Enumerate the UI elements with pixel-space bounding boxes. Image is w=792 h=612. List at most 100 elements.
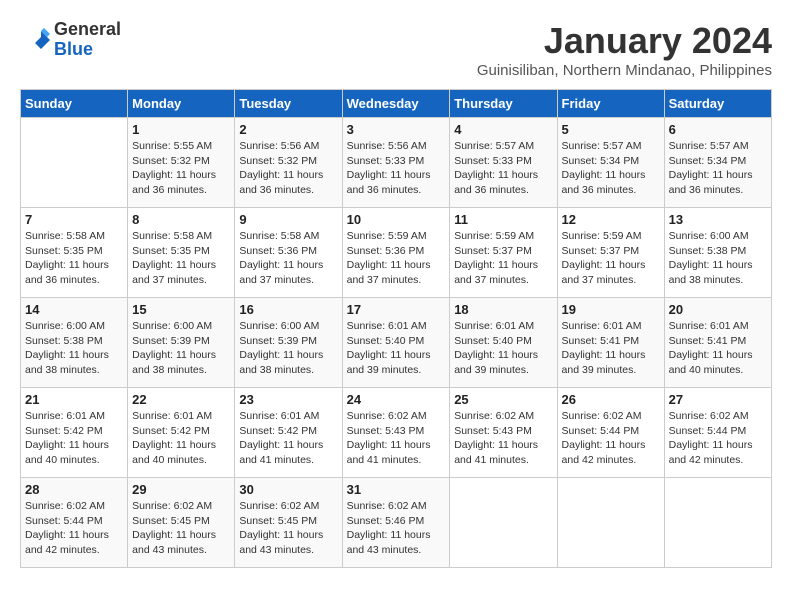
calendar-cell [664, 478, 771, 568]
day-number: 28 [25, 482, 123, 497]
day-number: 29 [132, 482, 230, 497]
calendar-cell: 1 Sunrise: 5:55 AMSunset: 5:32 PMDaylight… [128, 118, 235, 208]
calendar-cell: 25 Sunrise: 6:02 AMSunset: 5:43 PMDayligh… [450, 388, 557, 478]
day-number: 4 [454, 122, 552, 137]
calendar-cell: 16Sunrise: 6:00 AMSunset: 5:39 PMDayligh… [235, 298, 342, 388]
day-number: 7 [25, 212, 123, 227]
calendar-cell: 7 Sunrise: 5:58 AMSunset: 5:35 PMDaylight… [21, 208, 128, 298]
calendar-cell [450, 478, 557, 568]
day-info: Sunrise: 5:56 AMSunset: 5:33 PMDaylight:… [347, 139, 446, 198]
day-info: Sunrise: 6:02 AMSunset: 5:44 PMDaylight:… [562, 409, 660, 468]
day-header-tuesday: Tuesday [235, 90, 342, 118]
day-info: Sunrise: 6:01 AMSunset: 5:42 PMDaylight:… [132, 409, 230, 468]
week-row-4: 21 Sunrise: 6:01 AMSunset: 5:42 PMDayligh… [21, 388, 772, 478]
calendar-cell: 15 Sunrise: 6:00 AMSunset: 5:39 PMDayligh… [128, 298, 235, 388]
page-header: General Blue January 2024 Guinisiliban, … [20, 20, 772, 79]
logo-icon [20, 25, 50, 55]
day-info: Sunrise: 6:02 AMSunset: 5:45 PMDaylight:… [239, 499, 337, 558]
day-number: 31 [347, 482, 446, 497]
day-info: Sunrise: 6:01 AMSunset: 5:40 PMDaylight:… [347, 319, 446, 378]
logo-blue-text: Blue [54, 39, 93, 59]
day-info: Sunrise: 5:58 AMSunset: 5:35 PMDaylight:… [132, 229, 230, 288]
day-header-monday: Monday [128, 90, 235, 118]
calendar-cell: 8 Sunrise: 5:58 AMSunset: 5:35 PMDaylight… [128, 208, 235, 298]
calendar-cell: 12 Sunrise: 5:59 AMSunset: 5:37 PMDayligh… [557, 208, 664, 298]
day-number: 2 [239, 122, 337, 137]
calendar-cell: 9 Sunrise: 5:58 AMSunset: 5:36 PMDaylight… [235, 208, 342, 298]
day-number: 15 [132, 302, 230, 317]
calendar-cell: 14Sunrise: 6:00 AMSunset: 5:38 PMDayligh… [21, 298, 128, 388]
calendar-cell: 17 Sunrise: 6:01 AMSunset: 5:40 PMDayligh… [342, 298, 450, 388]
calendar-cell [557, 478, 664, 568]
calendar-cell: 23Sunrise: 6:01 AMSunset: 5:42 PMDayligh… [235, 388, 342, 478]
day-number: 27 [669, 392, 767, 407]
day-info: Sunrise: 6:02 AMSunset: 5:43 PMDaylight:… [454, 409, 552, 468]
calendar-cell: 3 Sunrise: 5:56 AMSunset: 5:33 PMDaylight… [342, 118, 450, 208]
day-number: 20 [669, 302, 767, 317]
calendar-cell: 6 Sunrise: 5:57 AMSunset: 5:34 PMDaylight… [664, 118, 771, 208]
day-number: 5 [562, 122, 660, 137]
month-title: January 2024 [477, 20, 772, 62]
day-info: Sunrise: 5:59 AMSunset: 5:36 PMDaylight:… [347, 229, 446, 288]
day-header-sunday: Sunday [21, 90, 128, 118]
day-number: 12 [562, 212, 660, 227]
calendar-cell: 20Sunrise: 6:01 AMSunset: 5:41 PMDayligh… [664, 298, 771, 388]
day-number: 9 [239, 212, 337, 227]
calendar-cell: 22 Sunrise: 6:01 AMSunset: 5:42 PMDayligh… [128, 388, 235, 478]
day-header-row: SundayMondayTuesdayWednesdayThursdayFrid… [21, 90, 772, 118]
day-number: 30 [239, 482, 337, 497]
day-number: 24 [347, 392, 446, 407]
calendar-cell [21, 118, 128, 208]
day-info: Sunrise: 5:58 AMSunset: 5:35 PMDaylight:… [25, 229, 123, 288]
day-info: Sunrise: 5:57 AMSunset: 5:34 PMDaylight:… [669, 139, 767, 198]
day-info: Sunrise: 6:01 AMSunset: 5:40 PMDaylight:… [454, 319, 552, 378]
calendar-cell: 30 Sunrise: 6:02 AMSunset: 5:45 PMDayligh… [235, 478, 342, 568]
calendar-cell: 19 Sunrise: 6:01 AMSunset: 5:41 PMDayligh… [557, 298, 664, 388]
calendar-cell: 27 Sunrise: 6:02 AMSunset: 5:44 PMDayligh… [664, 388, 771, 478]
day-header-thursday: Thursday [450, 90, 557, 118]
day-number: 19 [562, 302, 660, 317]
week-row-3: 14Sunrise: 6:00 AMSunset: 5:38 PMDayligh… [21, 298, 772, 388]
calendar-cell: 31 Sunrise: 6:02 AMSunset: 5:46 PMDayligh… [342, 478, 450, 568]
day-info: Sunrise: 6:02 AMSunset: 5:43 PMDaylight:… [347, 409, 446, 468]
day-number: 3 [347, 122, 446, 137]
day-info: Sunrise: 5:55 AMSunset: 5:32 PMDaylight:… [132, 139, 230, 198]
day-info: Sunrise: 6:02 AMSunset: 5:46 PMDaylight:… [347, 499, 446, 558]
day-number: 16 [239, 302, 337, 317]
calendar-table: SundayMondayTuesdayWednesdayThursdayFrid… [20, 89, 772, 568]
day-number: 8 [132, 212, 230, 227]
title-block: January 2024 Guinisiliban, Northern Mind… [477, 20, 772, 79]
day-info: Sunrise: 5:57 AMSunset: 5:34 PMDaylight:… [562, 139, 660, 198]
day-number: 1 [132, 122, 230, 137]
day-number: 21 [25, 392, 123, 407]
day-info: Sunrise: 6:00 AMSunset: 5:39 PMDaylight:… [132, 319, 230, 378]
day-info: Sunrise: 6:01 AMSunset: 5:41 PMDaylight:… [562, 319, 660, 378]
day-number: 10 [347, 212, 446, 227]
day-info: Sunrise: 5:57 AMSunset: 5:33 PMDaylight:… [454, 139, 552, 198]
day-info: Sunrise: 6:02 AMSunset: 5:44 PMDaylight:… [25, 499, 123, 558]
location: Guinisiliban, Northern Mindanao, Philipp… [477, 62, 772, 79]
day-info: Sunrise: 6:02 AMSunset: 5:44 PMDaylight:… [669, 409, 767, 468]
day-number: 22 [132, 392, 230, 407]
day-info: Sunrise: 5:58 AMSunset: 5:36 PMDaylight:… [239, 229, 337, 288]
day-number: 17 [347, 302, 446, 317]
day-number: 6 [669, 122, 767, 137]
calendar-cell: 21Sunrise: 6:01 AMSunset: 5:42 PMDayligh… [21, 388, 128, 478]
calendar-cell: 24 Sunrise: 6:02 AMSunset: 5:43 PMDayligh… [342, 388, 450, 478]
day-header-wednesday: Wednesday [342, 90, 450, 118]
day-number: 23 [239, 392, 337, 407]
day-number: 11 [454, 212, 552, 227]
logo-general-text: General [54, 19, 121, 39]
day-header-saturday: Saturday [664, 90, 771, 118]
day-number: 18 [454, 302, 552, 317]
day-info: Sunrise: 5:59 AMSunset: 5:37 PMDaylight:… [454, 229, 552, 288]
calendar-cell: 11 Sunrise: 5:59 AMSunset: 5:37 PMDayligh… [450, 208, 557, 298]
day-info: Sunrise: 5:56 AMSunset: 5:32 PMDaylight:… [239, 139, 337, 198]
calendar-cell: 2 Sunrise: 5:56 AMSunset: 5:32 PMDaylight… [235, 118, 342, 208]
day-header-friday: Friday [557, 90, 664, 118]
day-info: Sunrise: 6:00 AMSunset: 5:38 PMDaylight:… [25, 319, 123, 378]
day-info: Sunrise: 5:59 AMSunset: 5:37 PMDaylight:… [562, 229, 660, 288]
day-number: 13 [669, 212, 767, 227]
day-number: 25 [454, 392, 552, 407]
logo: General Blue [20, 20, 121, 60]
